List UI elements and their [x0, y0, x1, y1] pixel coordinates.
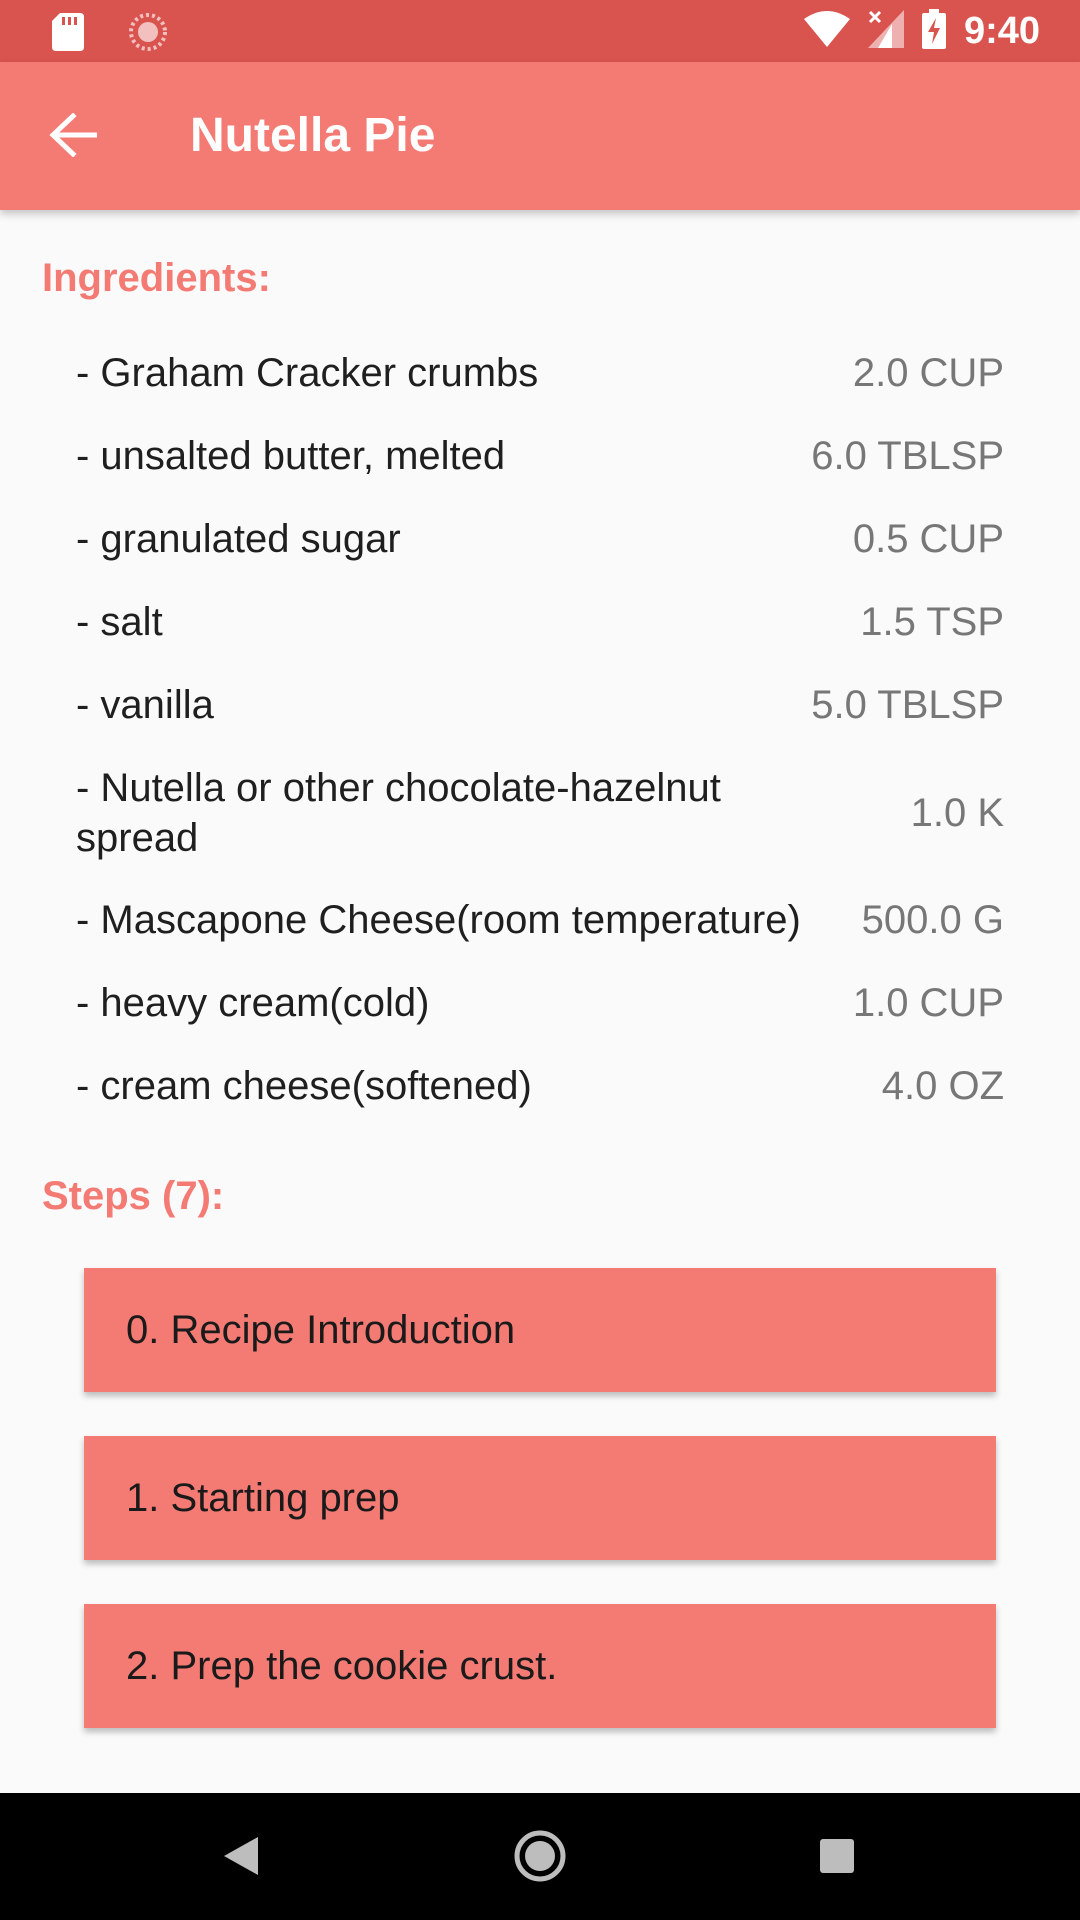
step-label: 0. Recipe Introduction	[126, 1307, 516, 1352]
recipe-detail-content[interactable]: Ingredients: - Graham Cracker crumbs 2.0…	[0, 210, 1080, 1793]
step-card[interactable]: 1. Starting prep	[84, 1436, 996, 1560]
back-button[interactable]	[38, 102, 108, 172]
arrow-back-icon	[49, 111, 98, 162]
page-title: Nutella Pie	[190, 109, 436, 162]
nav-recents-button[interactable]	[802, 1823, 872, 1893]
sd-card-icon	[52, 13, 84, 56]
ingredient-row: - Graham Cracker crumbs 2.0 CUP	[76, 348, 1004, 398]
ingredient-quantity: 500.0 G	[861, 898, 1004, 942]
ingredient-row: - Mascapone Cheese(room temperature) 500…	[76, 895, 1004, 945]
ingredient-name: - cream cheese(softened)	[76, 1064, 532, 1108]
ingredient-row: - cream cheese(softened) 4.0 OZ	[76, 1061, 1004, 1111]
sync-icon	[128, 12, 168, 57]
ingredient-name: - heavy cream(cold)	[76, 981, 430, 1025]
ingredient-quantity: 1.5 TSP	[860, 600, 1004, 644]
battery-charging-icon	[921, 8, 946, 54]
steps-heading: Steps (7):	[42, 1174, 225, 1218]
system-nav-bar	[0, 1793, 1080, 1920]
status-bar-left	[52, 12, 168, 57]
step-label: 2. Prep the cookie crust.	[126, 1643, 558, 1688]
nav-back-button[interactable]	[206, 1823, 276, 1893]
ingredient-row: - vanilla 5.0 TBLSP	[76, 680, 1004, 730]
ingredient-quantity: 6.0 TBLSP	[811, 434, 1004, 478]
step-card[interactable]: 2. Prep the cookie crust.	[84, 1604, 996, 1728]
wifi-icon	[803, 10, 850, 52]
recents-square-icon	[820, 1838, 854, 1878]
nav-home-button[interactable]	[505, 1823, 575, 1893]
ingredient-name: - vanilla	[76, 683, 214, 727]
ingredients-heading: Ingredients:	[42, 256, 271, 300]
ingredient-quantity: 4.0 OZ	[881, 1064, 1004, 1108]
signal-icon	[867, 9, 904, 53]
ingredient-name: - Nutella or other chocolate-hazelnut sp…	[76, 766, 721, 860]
ingredient-quantity: 5.0 TBLSP	[811, 683, 1004, 727]
step-card[interactable]: 0. Recipe Introduction	[84, 1268, 996, 1392]
ingredient-name: - unsalted butter, melted	[76, 434, 506, 478]
back-triangle-icon	[224, 1836, 258, 1880]
app-bar: Nutella Pie	[0, 62, 1080, 210]
step-label: 1. Starting prep	[126, 1475, 400, 1520]
home-circle-icon	[514, 1830, 566, 1887]
status-bar: 9:40	[0, 0, 1080, 62]
ingredient-name: - granulated sugar	[76, 517, 401, 561]
status-bar-right: 9:40	[803, 8, 1040, 54]
ingredient-row: - Nutella or other chocolate-hazelnut sp…	[76, 763, 1004, 863]
ingredient-quantity: 2.0 CUP	[852, 351, 1004, 395]
ingredient-name: - Mascapone Cheese(room temperature)	[76, 898, 801, 942]
ingredient-quantity: 1.0 K	[910, 791, 1004, 835]
ingredient-row: - granulated sugar 0.5 CUP	[76, 514, 1004, 564]
ingredient-quantity: 0.5 CUP	[852, 517, 1004, 561]
ingredient-row: - salt 1.5 TSP	[76, 597, 1004, 647]
status-time: 9:40	[963, 10, 1040, 52]
ingredient-quantity: 1.0 CUP	[852, 981, 1004, 1025]
ingredient-row: - unsalted butter, melted 6.0 TBLSP	[76, 431, 1004, 481]
ingredient-name: - salt	[76, 600, 163, 644]
ingredient-row: - heavy cream(cold) 1.0 CUP	[76, 978, 1004, 1028]
ingredient-name: - Graham Cracker crumbs	[76, 351, 539, 395]
